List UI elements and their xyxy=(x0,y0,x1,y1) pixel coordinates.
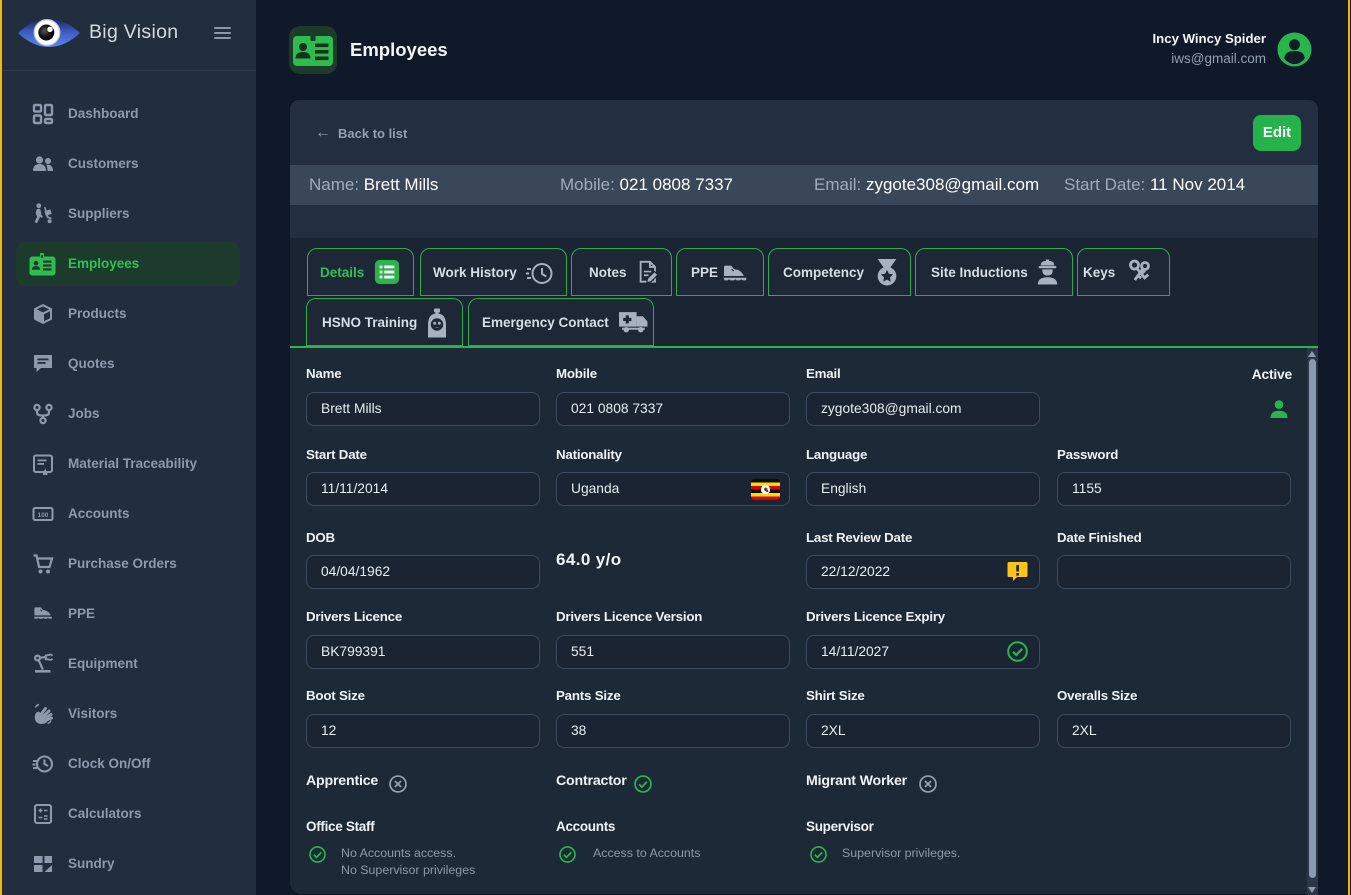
svg-text:100: 100 xyxy=(38,512,49,519)
